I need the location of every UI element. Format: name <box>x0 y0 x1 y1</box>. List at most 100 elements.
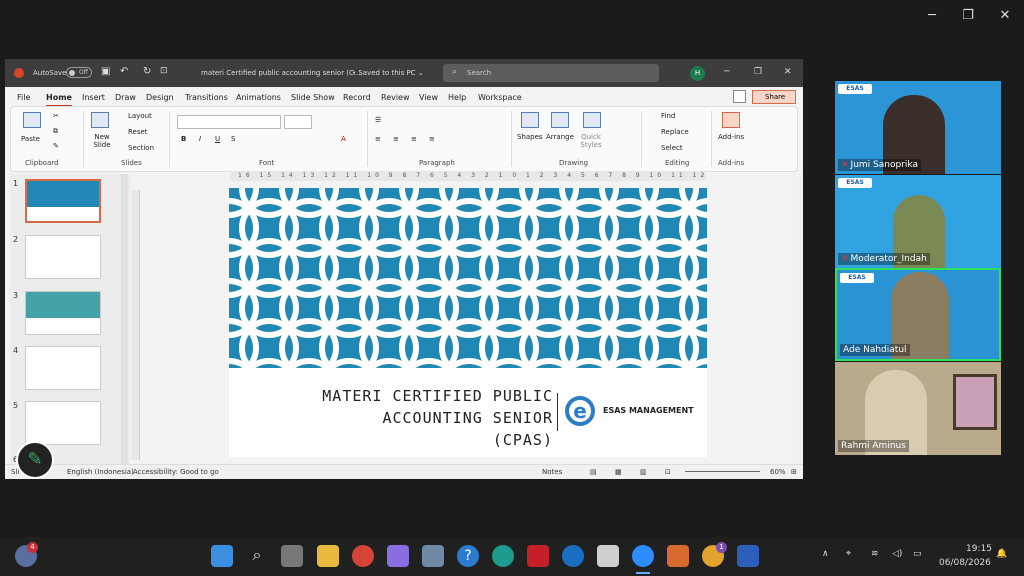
italic-icon[interactable]: I <box>199 135 201 143</box>
autosave-toggle[interactable]: Off <box>66 67 92 78</box>
accessibility-status[interactable]: Accessibility: Good to go <box>133 468 219 476</box>
bullets-icon[interactable]: ☰ <box>375 116 381 124</box>
tab-insert[interactable]: Insert <box>82 93 105 102</box>
chrome-icon[interactable] <box>352 545 374 567</box>
copy-icon[interactable]: ⧉ <box>53 127 58 136</box>
video-tile-3[interactable]: ESAS Ade Nahdiatul <box>835 268 1001 361</box>
slideshow-icon[interactable]: ⊡ <box>665 468 671 476</box>
reset-button[interactable]: Reset <box>128 128 148 136</box>
tab-draw[interactable]: Draw <box>115 93 136 102</box>
format-painter-icon[interactable]: ✎ <box>53 142 59 150</box>
arrange-icon[interactable] <box>551 112 569 128</box>
shapes-button[interactable]: Shapes <box>517 133 543 141</box>
slide-thumbnail-1[interactable] <box>25 179 101 223</box>
arrange-button[interactable]: Arrange <box>546 133 574 141</box>
media-player-icon[interactable] <box>667 545 689 567</box>
thumbnail-scrollbar[interactable] <box>121 174 128 464</box>
tab-home[interactable]: Home <box>46 93 72 107</box>
video-tile-2[interactable]: ESAS ✕ Moderator_Indah <box>835 175 1001 268</box>
align-right-icon[interactable]: ≡ <box>411 135 417 143</box>
start-icon[interactable] <box>211 545 233 567</box>
underline-icon[interactable]: U <box>215 135 220 143</box>
tab-record[interactable]: Record <box>343 93 371 102</box>
align-center-icon[interactable]: ≡ <box>393 135 399 143</box>
tab-help[interactable]: Help <box>448 93 466 102</box>
video-tile-4[interactable]: Rahmi Aminus <box>835 362 1001 455</box>
close-app-button[interactable]: ✕ <box>784 67 792 77</box>
slide-title[interactable]: MATERI CERTIFIED PUBLIC ACCOUNTING SENIO… <box>315 385 553 451</box>
saved-status[interactable]: • Saved to this PC ⌄ <box>352 69 424 77</box>
redo-icon[interactable]: ↻ <box>143 66 151 77</box>
restore-button[interactable]: ❐ <box>958 8 978 23</box>
notes-button[interactable]: Notes <box>542 468 562 476</box>
paste-button[interactable]: Paste <box>21 135 40 143</box>
reading-view-icon[interactable]: ▥ <box>640 468 647 476</box>
addins-button[interactable]: Add-ins <box>718 133 744 141</box>
volume-icon[interactable]: ◁) <box>892 549 902 559</box>
justify-icon[interactable]: ≡ <box>429 135 435 143</box>
restore-app-button[interactable]: ❐ <box>754 67 762 77</box>
notifications-icon[interactable]: 🔔 <box>996 549 1007 559</box>
zoom-icon[interactable] <box>632 545 654 567</box>
section-button[interactable]: Section <box>128 144 154 152</box>
tab-animations[interactable]: Animations <box>236 93 281 102</box>
font-name-select[interactable] <box>177 115 281 129</box>
slide-thumbnail-3[interactable] <box>25 291 101 335</box>
copilot-icon[interactable] <box>387 545 409 567</box>
clock-time[interactable]: 19:15 <box>966 544 992 554</box>
slide-sorter-icon[interactable]: ▦ <box>615 468 622 476</box>
help-icon[interactable]: ? <box>457 545 479 567</box>
chevron-up-icon[interactable]: ∧ <box>822 549 829 559</box>
font-color-icon[interactable]: A <box>341 135 346 143</box>
hp-icon[interactable] <box>562 545 584 567</box>
shapes-icon[interactable] <box>521 112 539 128</box>
clock-date[interactable]: 06/08/2026 <box>939 558 991 568</box>
tab-slide-show[interactable]: Slide Show <box>291 93 335 102</box>
avatar[interactable]: H <box>690 66 705 81</box>
select-button[interactable]: Select <box>661 144 683 152</box>
cut-icon[interactable]: ✂ <box>53 112 59 120</box>
close-button[interactable]: ✕ <box>995 8 1015 23</box>
new-slide-button[interactable]: New Slide <box>87 133 117 149</box>
save-icon[interactable]: ▣ <box>101 66 110 77</box>
font-size-select[interactable] <box>284 115 312 129</box>
bold-icon[interactable]: B <box>181 135 186 143</box>
word-icon[interactable] <box>737 545 759 567</box>
fit-slide-icon[interactable]: ⊞ <box>791 468 797 476</box>
present-icon[interactable]: ⊡ <box>160 66 168 76</box>
find-button[interactable]: Find <box>661 112 675 120</box>
annotate-pen-button[interactable]: ✎ <box>16 441 54 479</box>
new-slide-icon[interactable] <box>91 112 109 128</box>
language-status[interactable]: English (Indonesia) <box>67 468 134 476</box>
video-tile-1[interactable]: ESAS ✕ Jumi Sanoprika <box>835 81 1001 174</box>
tab-view[interactable]: View <box>419 93 438 102</box>
tab-workspace[interactable]: Workspace <box>478 93 522 102</box>
minimize-app-button[interactable]: ─ <box>724 67 729 77</box>
minimize-button[interactable]: ─ <box>922 8 942 23</box>
slide-thumbnail-4[interactable] <box>25 346 101 390</box>
battery-icon[interactable]: ▭ <box>913 549 922 559</box>
quick-styles-button[interactable]: Quick Styles <box>577 133 605 149</box>
edge-icon[interactable] <box>492 545 514 567</box>
align-left-icon[interactable]: ≡ <box>375 135 381 143</box>
file-explorer-icon[interactable] <box>317 545 339 567</box>
dms-icon[interactable] <box>597 545 619 567</box>
zoom-slider[interactable] <box>685 471 760 472</box>
search-input[interactable]: ⌕ Search <box>443 64 659 82</box>
strikethrough-icon[interactable]: S <box>231 135 235 143</box>
tab-design[interactable]: Design <box>146 93 174 102</box>
comments-icon[interactable] <box>733 90 746 103</box>
share-button[interactable]: Share <box>752 90 796 104</box>
layout-button[interactable]: Layout <box>128 112 152 120</box>
slide-thumbnail-2[interactable] <box>25 235 101 279</box>
zoom-level[interactable]: 60% <box>770 468 786 476</box>
tab-transitions[interactable]: Transitions <box>185 93 228 102</box>
wifi-icon[interactable]: ≋ <box>871 549 879 559</box>
replace-button[interactable]: Replace <box>661 128 689 136</box>
addins-icon[interactable] <box>722 112 740 128</box>
slide-thumbnail-5[interactable] <box>25 401 101 445</box>
store-icon[interactable] <box>422 545 444 567</box>
tab-review[interactable]: Review <box>381 93 410 102</box>
undo-icon[interactable]: ↶ <box>120 66 128 77</box>
slide-scrollbar[interactable] <box>793 174 802 464</box>
